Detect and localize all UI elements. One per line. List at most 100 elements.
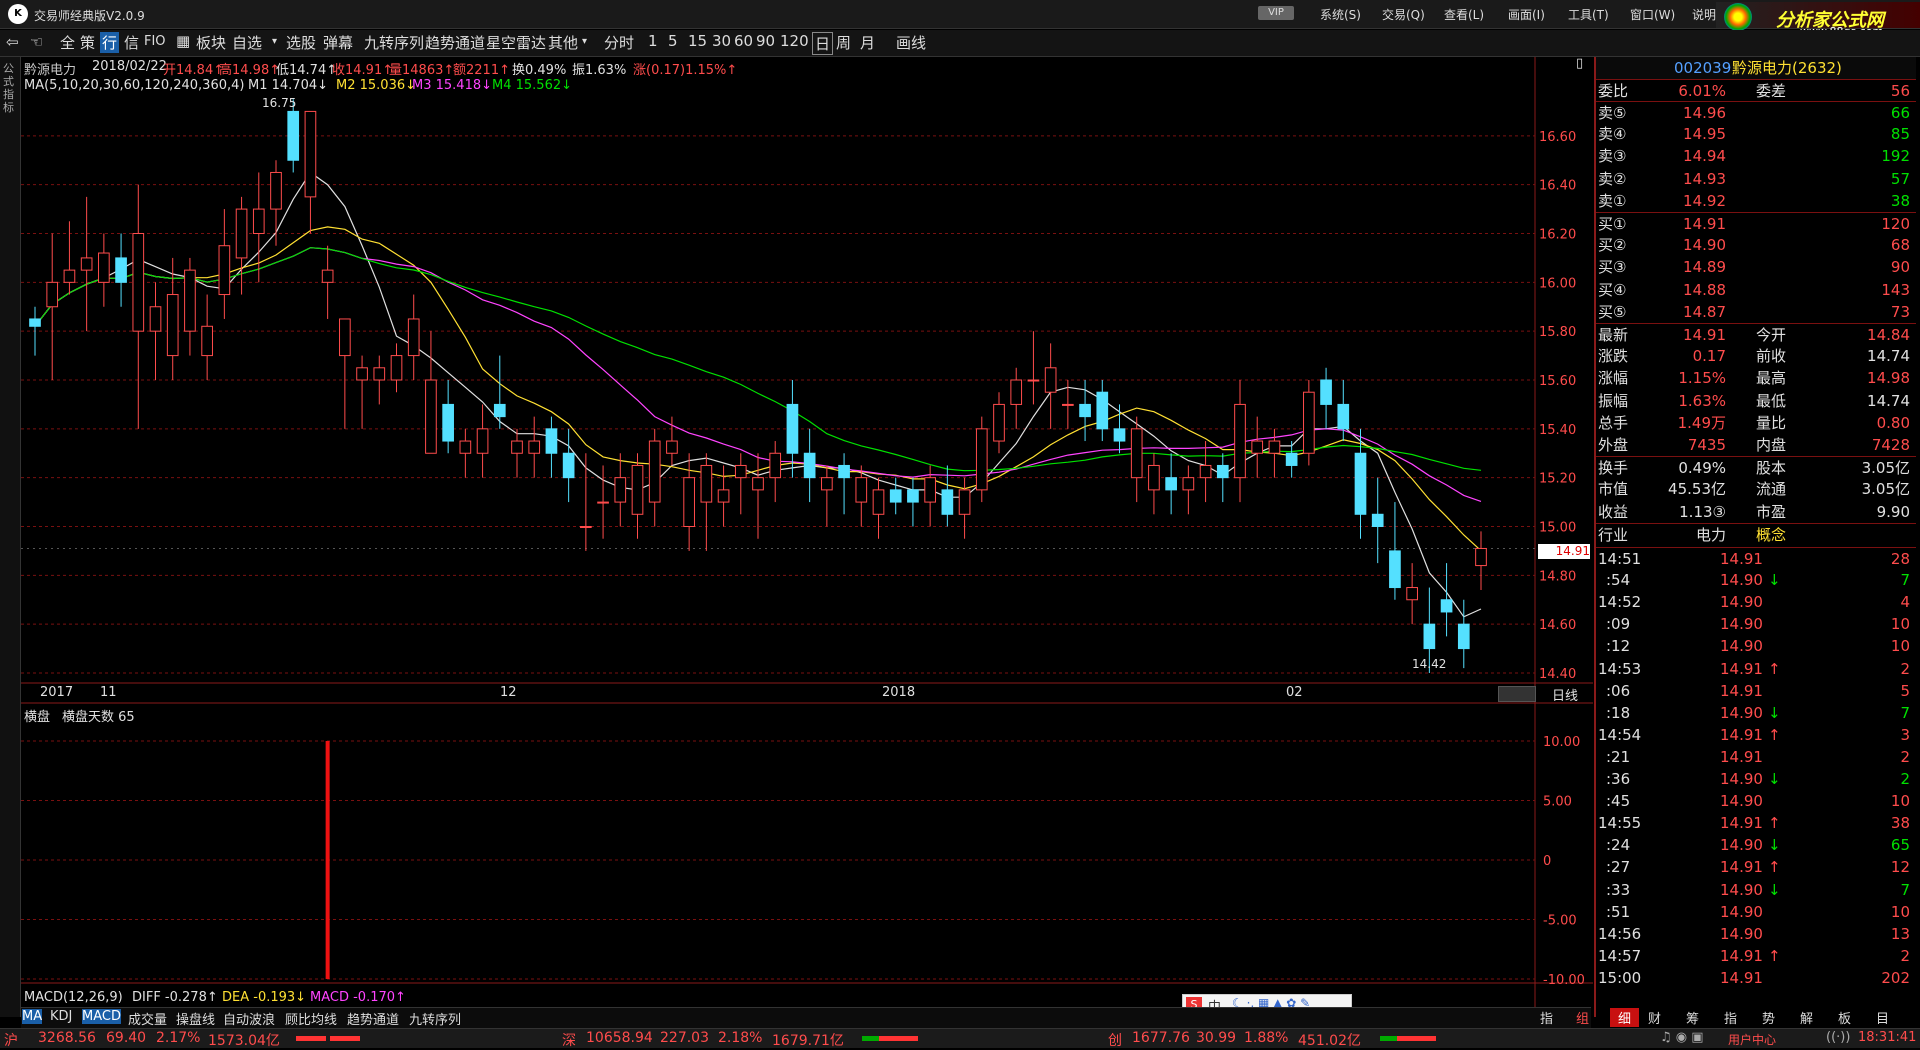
menu-trade[interactable]: 交易(Q) (1382, 6, 1425, 23)
scroll-thumb[interactable] (1498, 686, 1536, 702)
sideways-signal-bar (325, 741, 330, 979)
panel-tab[interactable]: 指 (1724, 1008, 1737, 1027)
tab-macd[interactable]: MACD (82, 1009, 121, 1024)
period-60[interactable]: 60 (734, 32, 753, 50)
period-1[interactable]: 1 (648, 32, 658, 50)
menu-tools[interactable]: 工具(T) (1568, 6, 1609, 23)
tick-time: :51 (1606, 902, 1631, 921)
user-center-link[interactable]: 用户中心 (1728, 1031, 1776, 1048)
tab-gmma[interactable]: 顾比均线 (285, 1009, 337, 1028)
hand-icon[interactable]: ☜ (30, 33, 43, 51)
ask-label: 卖③ (1598, 147, 1627, 166)
cy-index-pct: 1.88% (1244, 1030, 1289, 1046)
toolbar-stock-picker[interactable]: 选股 (286, 32, 316, 53)
panel-tab[interactable]: 财 (1648, 1008, 1661, 1027)
period-120[interactable]: 120 (780, 32, 809, 50)
panel-tab[interactable]: 势 (1762, 1008, 1775, 1027)
tick-time: 14:52 (1598, 593, 1642, 612)
period-5[interactable]: 5 (668, 32, 678, 50)
candle-body (734, 464, 747, 479)
tab-nine-turn[interactable]: 九转序列 (409, 1009, 461, 1028)
stat-value-2: 0.80 (1876, 413, 1910, 432)
back-icon[interactable]: ⇦ (6, 33, 19, 51)
panel-tab[interactable]: 板 (1838, 1008, 1851, 1027)
quote-high: 高14.98↑ (219, 63, 281, 78)
stat-label-2: 前收 (1756, 347, 1787, 366)
toolbar-fio[interactable]: FIO (144, 34, 166, 49)
menu-window[interactable]: 窗口(W) (1630, 6, 1675, 23)
tab-index[interactable]: 指 (1540, 1008, 1553, 1027)
toolbar-other[interactable]: 其他 (548, 32, 578, 53)
menu-help[interactable]: 说明 (1692, 6, 1716, 23)
price-tick-label: 15.20 (1539, 472, 1576, 487)
tick-row: :45 14.90 10 (1596, 790, 1916, 812)
menu-screen[interactable]: 画面(I) (1508, 6, 1545, 23)
panel-tab[interactable]: 解 (1800, 1008, 1813, 1027)
stat-row: 换手 0.49% 股本 3.05亿 (1596, 456, 1916, 479)
bid-volume: 120 (1881, 215, 1910, 233)
toolbar-star-radar[interactable]: 星空雷达 (486, 32, 546, 53)
tick-row: :24 14.90 ↓ 65 (1596, 834, 1916, 856)
tab-trend-channel[interactable]: 趋势通道 (347, 1009, 399, 1028)
panel-tab[interactable]: 目 (1876, 1008, 1889, 1027)
toolbar-barrage[interactable]: 弹幕 (323, 32, 353, 53)
window-toggle-icon[interactable]: ▯ (1576, 56, 1583, 71)
candle-body (184, 269, 196, 332)
period-month[interactable]: 月 (860, 32, 875, 53)
candle-body (80, 257, 93, 271)
tab-kdj[interactable]: KDJ (50, 1009, 72, 1024)
candle-body (597, 501, 609, 504)
tick-price: 14.90 (1720, 637, 1763, 656)
toolbar-quote[interactable]: 行 (100, 32, 120, 53)
tab-auto-wave[interactable]: 自动波浪 (223, 1009, 275, 1028)
candle-body (390, 355, 403, 381)
status-icons[interactable]: ♫ ◉ ▣ (1660, 1030, 1704, 1045)
period-day[interactable]: 日 (812, 32, 834, 55)
tab-ma[interactable]: MA (22, 1009, 43, 1024)
tab-operation-line[interactable]: 操盘线 (176, 1009, 215, 1028)
tick-volume: 4 (1900, 593, 1910, 612)
tick-arrow: ↑ (1768, 814, 1781, 833)
chart-bg (21, 57, 1593, 1007)
candle-body (201, 325, 213, 357)
period-15[interactable]: 15 (688, 32, 707, 50)
tab-group[interactable]: 组 (1576, 1008, 1589, 1027)
candle-body (1303, 391, 1315, 454)
panel-tab[interactable]: 筹 (1686, 1008, 1699, 1027)
toolbar-sector[interactable]: 板块 (196, 32, 226, 53)
period-30[interactable]: 30 (712, 32, 731, 50)
toolbar-all[interactable]: 全 (60, 32, 75, 53)
chevron-down-icon[interactable]: ▾ (582, 36, 587, 47)
period-90[interactable]: 90 (756, 32, 775, 50)
toolbar-strategy[interactable]: 策 (80, 32, 95, 53)
toolbar-trend-channel[interactable]: 趋势通道 (425, 32, 485, 53)
ask-row: 卖④ 14.95 85 (1596, 123, 1916, 145)
toolbar-info[interactable]: 信 (124, 32, 139, 53)
date-axis-dec: 12 (500, 685, 517, 700)
toolbar-draw[interactable]: 画线 (896, 32, 926, 53)
toolbar-watchlist[interactable]: 自选 (232, 32, 262, 53)
grid-icon[interactable]: ▦ (176, 32, 190, 50)
tab-volume[interactable]: 成交量 (128, 1009, 167, 1028)
sh-index-pct: 2.17% (156, 1030, 201, 1046)
period-label[interactable]: 日线 (1552, 685, 1578, 704)
chevron-down-icon[interactable]: ▾ (272, 36, 277, 47)
menu-view[interactable]: 查看(L) (1444, 6, 1484, 23)
sh-index-change: 69.40 (106, 1030, 147, 1046)
period-week[interactable]: 周 (836, 32, 851, 53)
sh-index-value: 3268.56 (38, 1030, 96, 1046)
menu-system[interactable]: 系统(S) (1320, 6, 1361, 23)
candle-body (1062, 403, 1074, 406)
weicha-label: 委差 (1756, 82, 1787, 100)
kline-chart[interactable]: 10.00 5.00 0 -5.00 -10.00 16.60 16.40 16.20 16.… (21, 57, 1593, 1007)
tick-time: 14:56 (1598, 924, 1642, 943)
price-tick-label: 15.60 (1539, 374, 1576, 389)
toolbar-intraday[interactable]: 分时 (604, 32, 634, 53)
formula-indicator-tab[interactable]: 公式指标 (3, 62, 17, 114)
panel-tab[interactable]: 细 (1610, 1008, 1640, 1027)
toolbar-nine-turn[interactable]: 九转序列 (364, 32, 424, 53)
tick-row: :09 14.90 10 (1596, 613, 1916, 635)
vip-badge[interactable]: VIP (1258, 6, 1294, 20)
indicator-tick-label: 5.00 (1543, 795, 1572, 810)
candle-body (1475, 547, 1487, 567)
